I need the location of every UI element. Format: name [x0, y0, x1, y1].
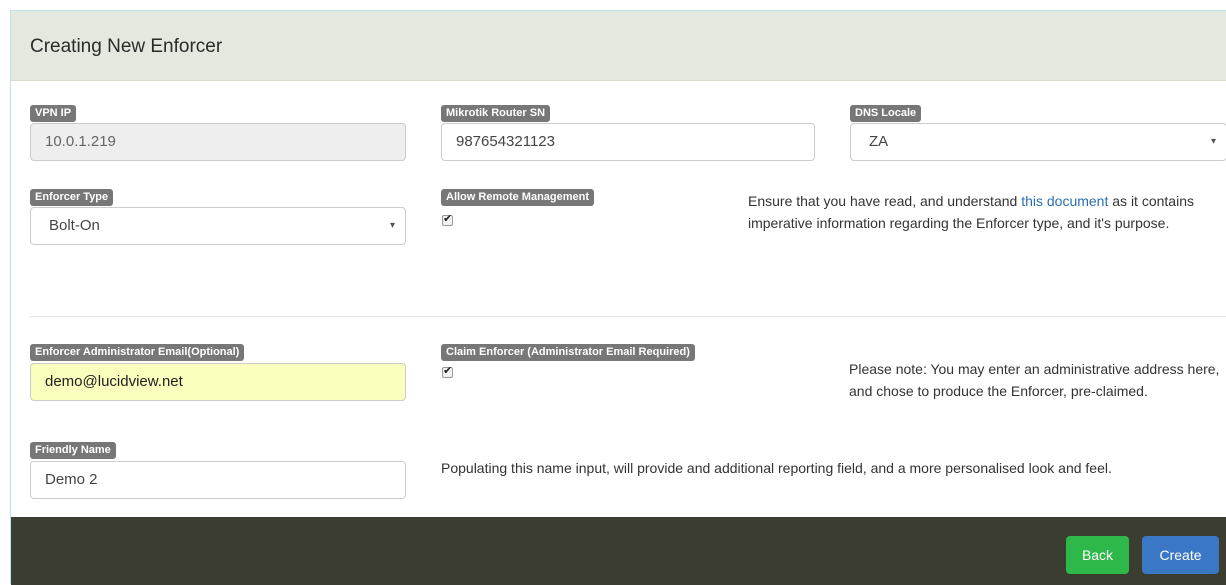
enforcer-type-label: Enforcer Type [30, 189, 114, 206]
create-enforcer-panel: Creating New Enforcer VPN IP 10.0.1.219 … [10, 10, 1226, 585]
dns-locale-select[interactable]: ZA ▾ [850, 123, 1226, 161]
chevron-down-icon: ▾ [389, 220, 395, 231]
claim-label: Claim Enforcer (Administrator Email Requ… [441, 344, 695, 361]
note-text: Ensure that you have read, and understan… [748, 193, 1022, 209]
admin-email-label: Enforcer Administrator Email(Optional) [30, 344, 245, 361]
enforcer-type-value: Bolt-On [49, 217, 100, 234]
document-link[interactable]: this document [1021, 193, 1108, 209]
router-sn-input[interactable]: 987654321123 [441, 123, 815, 161]
router-sn-label: Mikrotik Router SN [441, 105, 551, 122]
remote-mgmt-label: Allow Remote Management [441, 189, 595, 206]
dns-locale-label: DNS Locale [850, 105, 922, 122]
dns-locale-value: ZA [869, 133, 889, 150]
vpn-ip-field: 10.0.1.219 [30, 123, 406, 161]
enforcer-type-select[interactable]: Bolt-On ▾ [30, 207, 406, 245]
section-divider [30, 316, 1226, 317]
friendly-name-label: Friendly Name [30, 442, 116, 459]
create-button[interactable]: Create [1142, 536, 1219, 574]
check-icon: ✔ [443, 365, 453, 377]
friendly-name-note: Populating this name input, will provide… [441, 460, 1112, 476]
back-button[interactable]: Back [1066, 536, 1129, 574]
panel-heading: Creating New Enforcer [11, 11, 1226, 81]
claim-note: Please note: You may enter an administra… [849, 361, 1220, 399]
panel-footer: Back Create [11, 517, 1226, 585]
vpn-ip-label: VPN IP [30, 105, 77, 122]
enforcer-type-note: Ensure that you have read, and understan… [748, 190, 1218, 234]
claim-checkbox[interactable]: ✔ [442, 365, 453, 378]
admin-email-input[interactable]: demo@lucidview.net [30, 363, 406, 401]
friendly-name-input[interactable]: Demo 2 [30, 461, 406, 499]
chevron-down-icon: ▾ [1210, 136, 1216, 147]
remote-mgmt-checkbox[interactable]: ✔ [442, 213, 453, 226]
page-title: Creating New Enforcer [30, 36, 223, 57]
check-icon: ✔ [443, 213, 453, 225]
